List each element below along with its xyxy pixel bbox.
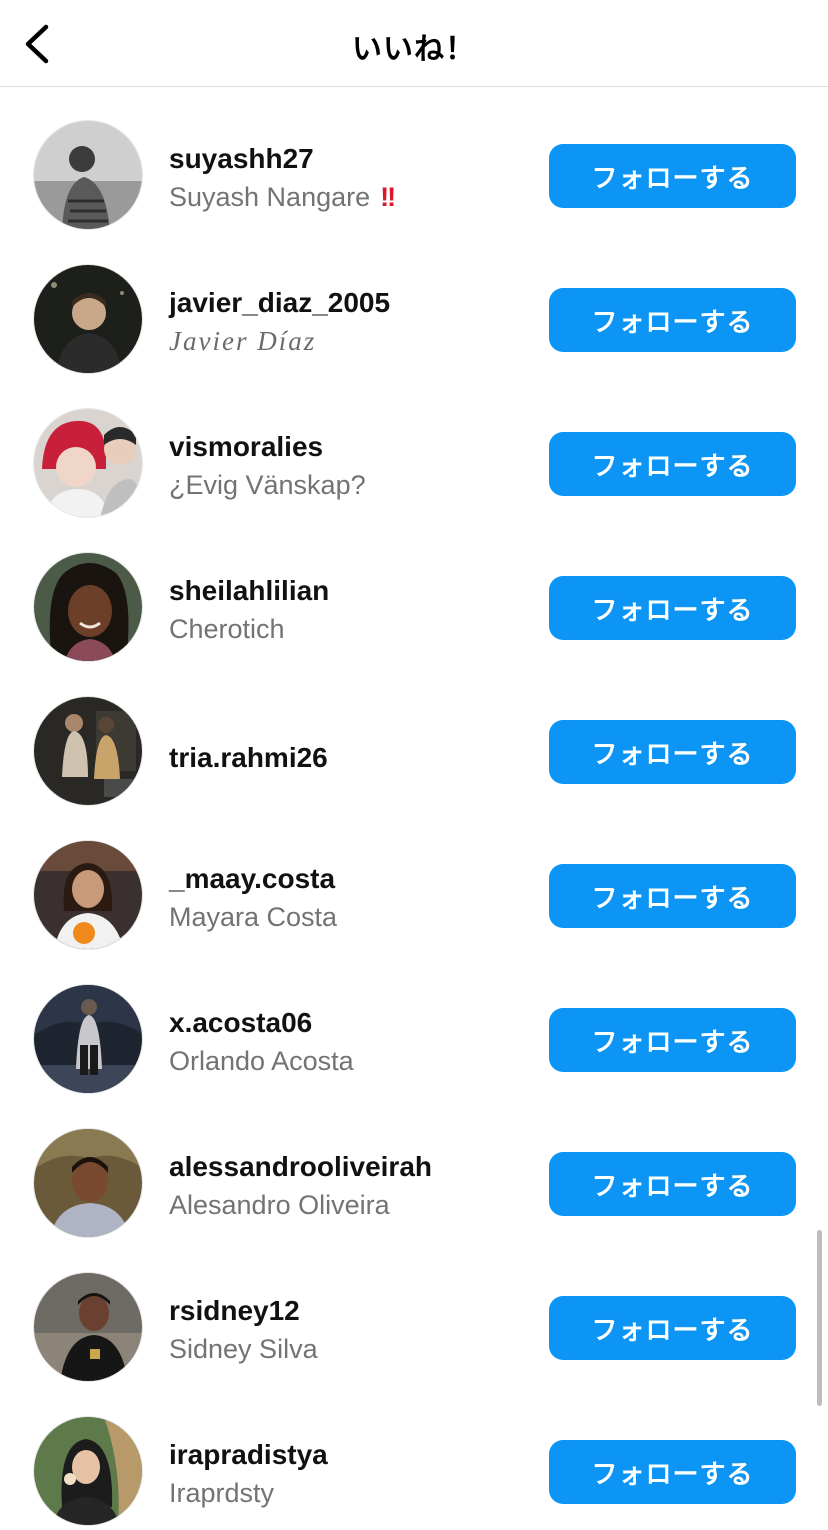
username[interactable]: _maay.costa — [169, 861, 539, 897]
avatar[interactable] — [33, 1416, 143, 1526]
user-names: rsidney12 Sidney Silva — [169, 1293, 539, 1367]
follow-button[interactable]: フォローする — [549, 1296, 796, 1360]
user-names: alessandrooliveirah Alesandro Oliveira — [169, 1149, 539, 1223]
follow-button[interactable]: フォローする — [549, 432, 796, 496]
follow-button[interactable]: フォローする — [549, 576, 796, 640]
user-names: javier_diaz_2005 Javier Díaz — [169, 285, 539, 359]
avatar[interactable] — [33, 1128, 143, 1238]
profile-photo — [34, 1417, 142, 1525]
double-exclamation-icon: !! — [380, 182, 396, 212]
profile-photo — [34, 985, 142, 1093]
username[interactable]: suyashh27 — [169, 141, 539, 177]
follow-button[interactable]: フォローする — [549, 864, 796, 928]
full-name: Javier Díaz — [169, 326, 317, 356]
avatar[interactable] — [33, 120, 143, 230]
scrollbar[interactable] — [817, 1230, 822, 1406]
likes-list: suyashh27 Suyash Nangare!! フォローする javier… — [0, 88, 828, 1528]
follow-button[interactable]: フォローする — [549, 144, 796, 208]
full-name: Alesandro Oliveira — [169, 1190, 390, 1220]
avatar[interactable] — [33, 408, 143, 518]
username[interactable]: vismoralies — [169, 429, 539, 465]
list-item[interactable]: sheilahlilian Cherotich フォローする — [0, 520, 828, 664]
username[interactable]: tria.rahmi26 — [169, 740, 539, 776]
follow-button[interactable]: フォローする — [549, 720, 796, 784]
list-item[interactable]: vismoralies ¿Evig Vänskap? フォローする — [0, 376, 828, 520]
profile-photo — [34, 121, 142, 229]
username[interactable]: alessandrooliveirah — [169, 1149, 539, 1185]
avatar[interactable] — [33, 984, 143, 1094]
avatar[interactable] — [33, 696, 143, 806]
user-names: sheilahlilian Cherotich — [169, 573, 539, 647]
full-name: ¿Evig Vänskap? — [169, 470, 366, 500]
full-name: Orlando Acosta — [169, 1046, 354, 1076]
username[interactable]: sheilahlilian — [169, 573, 539, 609]
full-name: Cherotich — [169, 614, 285, 644]
page-title: いいね！ — [352, 33, 476, 66]
list-item[interactable]: tria.rahmi26 フォローする — [0, 664, 828, 808]
avatar[interactable] — [33, 1272, 143, 1382]
profile-photo — [34, 841, 142, 949]
user-names: tria.rahmi26 — [169, 740, 539, 776]
follow-button[interactable]: フォローする — [549, 288, 796, 352]
username[interactable]: x.acosta06 — [169, 1005, 539, 1041]
full-name: Suyash Nangare!! — [169, 182, 396, 212]
username[interactable]: rsidney12 — [169, 1293, 539, 1329]
profile-photo — [34, 1129, 142, 1237]
follow-button[interactable]: フォローする — [549, 1152, 796, 1216]
username[interactable]: javier_diaz_2005 — [169, 285, 539, 321]
user-names: irapradistya Iraprdsty — [169, 1437, 539, 1511]
username[interactable]: irapradistya — [169, 1437, 539, 1473]
avatar[interactable] — [33, 840, 143, 950]
profile-photo — [34, 697, 142, 805]
list-item[interactable]: _maay.costa Mayara Costa フォローする — [0, 808, 828, 952]
profile-photo — [34, 409, 142, 517]
list-item[interactable]: alessandrooliveirah Alesandro Oliveira フ… — [0, 1096, 828, 1240]
follow-button[interactable]: フォローする — [549, 1008, 796, 1072]
follow-button[interactable]: フォローする — [549, 1440, 796, 1504]
avatar[interactable] — [33, 552, 143, 662]
full-name: Mayara Costa — [169, 902, 338, 932]
list-item[interactable]: javier_diaz_2005 Javier Díaz フォローする — [0, 232, 828, 376]
user-names: _maay.costa Mayara Costa — [169, 861, 539, 935]
profile-photo — [34, 553, 142, 661]
full-name: Iraprdsty — [169, 1478, 275, 1508]
user-names: vismoralies ¿Evig Vänskap? — [169, 429, 539, 503]
full-name: Sidney Silva — [169, 1334, 318, 1364]
profile-photo — [34, 1273, 142, 1381]
list-item[interactable]: rsidney12 Sidney Silva フォローする — [0, 1240, 828, 1384]
top-navigation-bar: いいね！ — [0, 0, 828, 87]
user-names: suyashh27 Suyash Nangare!! — [169, 141, 539, 215]
list-item[interactable]: x.acosta06 Orlando Acosta フォローする — [0, 952, 828, 1096]
list-item[interactable]: suyashh27 Suyash Nangare!! フォローする — [0, 88, 828, 232]
profile-photo — [34, 265, 142, 373]
avatar[interactable] — [33, 264, 143, 374]
list-item[interactable]: irapradistya Iraprdsty フォローする — [0, 1384, 828, 1528]
user-names: x.acosta06 Orlando Acosta — [169, 1005, 539, 1079]
